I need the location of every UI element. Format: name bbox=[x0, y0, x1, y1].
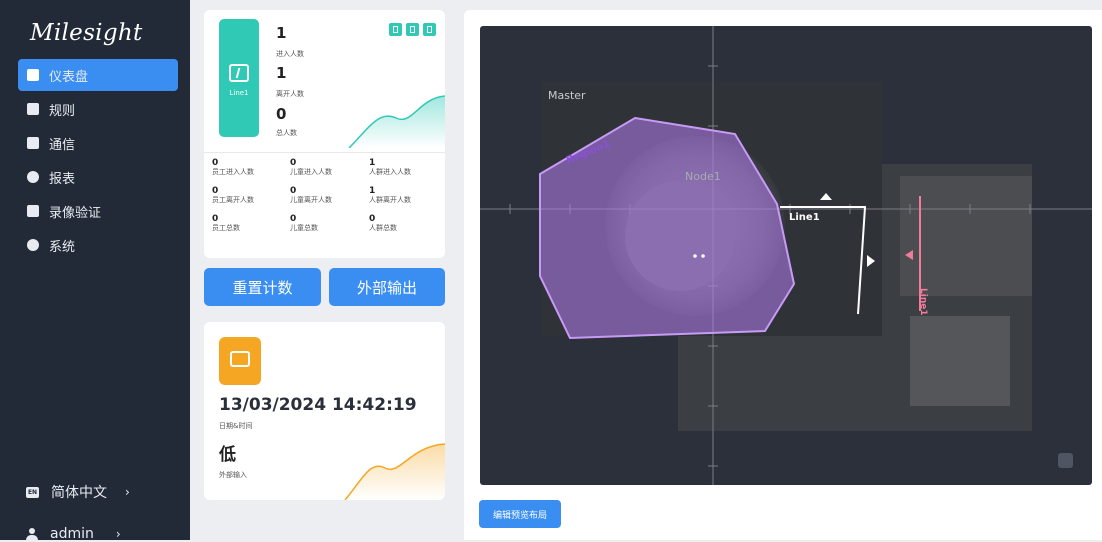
detail-staff-out: 0 员工离开人数 bbox=[212, 186, 254, 204]
node-label: Node1 bbox=[685, 170, 721, 183]
detail-crowd-out: 1 人群离开人数 bbox=[369, 186, 411, 204]
milesight-logo: Milesight bbox=[30, 20, 143, 46]
enter-trend-sparkline bbox=[348, 95, 445, 148]
enter-label: 进入人数 bbox=[276, 50, 304, 58]
sidebar-item-rules[interactable]: 规则 bbox=[18, 93, 178, 125]
line-badge-label: Line1 bbox=[229, 89, 249, 97]
detail-crowd-total: 0 人群总数 bbox=[369, 214, 397, 232]
sidebar-item-label: 报表 bbox=[49, 171, 76, 187]
language-label: 简体中文 bbox=[51, 485, 107, 501]
external-input-state: 低 bbox=[219, 445, 236, 465]
detail-staff-total: 0 员工总数 bbox=[212, 214, 240, 232]
leave-label: 离开人数 bbox=[276, 90, 304, 98]
enter-count: 1 bbox=[276, 24, 287, 42]
line-badge: Line1 bbox=[219, 19, 259, 137]
sidebar-item-label: 仪表盘 bbox=[49, 69, 89, 85]
datetime-label: 日期&时间 bbox=[219, 422, 253, 430]
sidebar-item-label: 录像验证 bbox=[49, 205, 102, 221]
sidebar-item-system[interactable]: 系统 bbox=[18, 229, 178, 261]
line-counter-card: Line1 1 进入人数 1 离开人数 0 总人数 0 员工进入人数 0 儿童进入人… bbox=[204, 10, 445, 258]
walking-person-icon bbox=[229, 64, 249, 82]
person-icon[interactable] bbox=[406, 23, 419, 36]
card-icon bbox=[27, 137, 39, 149]
trash-icon[interactable] bbox=[423, 23, 436, 36]
leave-count: 1 bbox=[276, 64, 287, 82]
language-selector[interactable]: EN 简体中文 › bbox=[26, 482, 130, 502]
external-input-label: 外部输入 bbox=[219, 471, 247, 479]
edit-preview-layout-button[interactable]: 编辑预览布局 bbox=[479, 500, 561, 528]
counter-divider bbox=[204, 152, 445, 153]
sidebar-item-label: 系统 bbox=[49, 239, 76, 255]
detail-crowd-in: 1 人群进入人数 bbox=[369, 158, 411, 176]
line2-label: Line1 bbox=[918, 288, 928, 316]
detail-child-out: 0 儿童离开人数 bbox=[290, 186, 332, 204]
monitor-chart-icon bbox=[219, 337, 261, 385]
user-icon bbox=[26, 528, 38, 540]
external-output-button[interactable]: 外部输出 bbox=[329, 268, 445, 306]
sidebar-item-reports[interactable]: 报表 bbox=[18, 161, 178, 193]
total-label: 总人数 bbox=[276, 129, 297, 137]
sidebar-item-label: 规则 bbox=[49, 103, 76, 119]
stitched-video-preview[interactable]: Master Node1 Region1 Line1 Line1 bbox=[480, 26, 1092, 485]
chevron-right-icon: › bbox=[125, 485, 130, 499]
total-count: 0 bbox=[276, 105, 287, 123]
sidebar-item-dashboard[interactable]: 仪表盘 bbox=[18, 59, 178, 91]
detail-child-in: 0 儿童进入人数 bbox=[290, 158, 332, 176]
chevron-right-icon: › bbox=[115, 527, 121, 541]
detail-child-total: 0 儿童总数 bbox=[290, 214, 318, 232]
snapshot-icon[interactable] bbox=[1058, 453, 1073, 468]
sidebar-item-communication[interactable]: 通信 bbox=[18, 127, 178, 159]
master-label: Master bbox=[548, 89, 586, 102]
io-trend-sparkline bbox=[344, 443, 445, 500]
language-icon: EN bbox=[26, 486, 39, 498]
counter-actions bbox=[389, 23, 436, 36]
sidebar: Milesight 仪表盘 规则 通信 报表 录像验证 系统 EN 简体中文 ›… bbox=[0, 0, 190, 542]
datetime-value: 13/03/2024 14:42:19 bbox=[219, 395, 417, 415]
chart-icon bbox=[27, 69, 39, 81]
sidebar-item-label: 通信 bbox=[49, 137, 76, 153]
sidebar-item-recording-verification[interactable]: 录像验证 bbox=[18, 195, 178, 227]
play-icon bbox=[27, 205, 39, 217]
list-icon bbox=[27, 103, 39, 115]
pie-icon bbox=[27, 171, 39, 183]
gear-icon bbox=[27, 239, 39, 251]
detail-staff-in: 0 员工进入人数 bbox=[212, 158, 254, 176]
reset-count-button[interactable]: 重置计数 bbox=[204, 268, 321, 306]
line1-label: Line1 bbox=[789, 212, 820, 223]
door-icon[interactable] bbox=[389, 23, 402, 36]
io-status-card: 13/03/2024 14:42:19 日期&时间 低 外部输入 bbox=[204, 322, 445, 500]
